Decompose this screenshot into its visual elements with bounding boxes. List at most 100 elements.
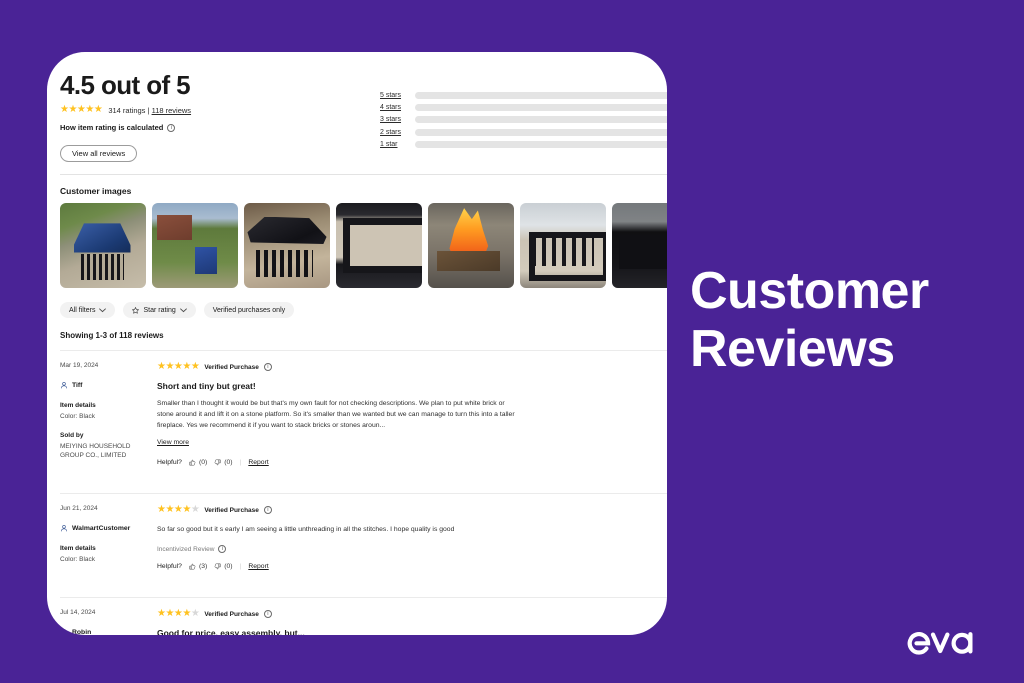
customer-image-thumbnail[interactable]	[152, 203, 238, 288]
promo-line-1: Customer	[690, 262, 929, 320]
histogram-row[interactable]: 3 stars	[380, 116, 667, 124]
star-rating-chip[interactable]: Star rating	[123, 302, 196, 318]
review-content-column: ★★★★★ Verified Purchase i Good for price…	[157, 609, 667, 636]
review-item: Jun 21, 2024 WalmartCustomer Item detail…	[60, 493, 667, 587]
chevron-down-icon	[179, 307, 187, 313]
how-rating-calculated[interactable]: How item rating is calculated i	[60, 123, 370, 132]
review-helpful-row: Helpful? (0) (0) | Report	[157, 459, 667, 466]
customer-images-title: Customer images	[60, 186, 132, 196]
thumbs-up-button[interactable]: (3)	[189, 563, 207, 570]
meta-separator: |	[147, 105, 150, 115]
customer-image-thumbnail[interactable]	[336, 203, 422, 288]
rating-summary-section: 4.5 out of 5 ★★★★★ 314 ratings | 118 rev…	[47, 52, 667, 162]
info-icon[interactable]: i	[263, 363, 272, 371]
review-date: Jun 21, 2024	[60, 505, 98, 512]
rating-histogram: 5 stars 4 stars 3 stars 2 stars 1 star	[380, 70, 667, 162]
helpful-separator: |	[239, 459, 242, 466]
histogram-label-5[interactable]: 5 stars	[380, 92, 408, 99]
view-all-reviews-button[interactable]: View all reviews	[60, 145, 138, 162]
info-icon[interactable]: i	[263, 506, 272, 514]
reviews-count-link[interactable]: 118 reviews	[152, 106, 191, 115]
customer-image-thumbnail[interactable]	[60, 203, 146, 288]
customer-image-more-thumbnail[interactable]: +9 ima	[612, 203, 667, 288]
promo-heading: Customer Reviews	[690, 262, 1010, 378]
thumbs-up-button[interactable]: (0)	[189, 459, 207, 466]
review-body: So far so good but it s early I am seein…	[157, 526, 455, 533]
histogram-track-2	[415, 128, 667, 136]
histogram-row[interactable]: 1 star	[380, 140, 667, 148]
sold-by-value: MEIYING HOUSEHOLD GROUP CO., LIMITED	[60, 443, 131, 459]
rating-summary-left: 4.5 out of 5 ★★★★★ 314 ratings | 118 rev…	[60, 70, 370, 162]
item-details-value: Color: Black	[60, 413, 96, 420]
verified-purchase-label: Verified Purchase	[204, 506, 259, 514]
eva-logo-icon	[907, 632, 973, 655]
thumbs-down-button[interactable]: (0)	[214, 563, 233, 570]
review-meta-column: Jul 14, 2024 Robin Item details Color: B…	[60, 609, 157, 635]
review-filters-row: All filters Star rating Verified purchas…	[47, 288, 667, 318]
histogram-track-5	[415, 92, 667, 99]
customer-image-thumbnail[interactable]	[428, 203, 514, 288]
review-star-rating-icon: ★★★★★	[157, 361, 200, 372]
showing-count-text: Showing 1-3 of 118 reviews	[60, 331, 164, 340]
all-filters-label: All filters	[69, 306, 96, 314]
histogram-track-4	[415, 104, 667, 112]
page-title: 4.5 out of 5	[60, 70, 191, 100]
histogram-label-1[interactable]: 1 star	[380, 141, 408, 148]
helpful-label: Helpful?	[157, 459, 182, 466]
customer-reviews-card: 4.5 out of 5 ★★★★★ 314 ratings | 118 rev…	[47, 52, 667, 635]
card-inner-surface: 4.5 out of 5 ★★★★★ 314 ratings | 118 rev…	[47, 52, 667, 635]
review-item-details: Item details Color: Black	[60, 545, 149, 564]
review-title: Good for price, easy assembly, but...	[157, 628, 305, 635]
verified-purchases-chip[interactable]: Verified purchases only	[203, 302, 295, 318]
histogram-label-4[interactable]: 4 stars	[380, 104, 408, 111]
review-author-name: Tiff	[72, 381, 83, 389]
review-author-name: WalmartCustomer	[72, 524, 131, 532]
review-rating-line: ★★★★★ Verified Purchase i	[157, 505, 667, 515]
info-icon[interactable]: i	[167, 123, 176, 132]
histogram-row[interactable]: 5 stars	[380, 92, 667, 99]
review-rating-line: ★★★★★ Verified Purchase i	[157, 609, 667, 619]
review-rating-line: ★★★★★ Verified Purchase i	[157, 362, 667, 372]
review-author: WalmartCustomer	[60, 524, 149, 532]
histogram-label-2[interactable]: 2 stars	[380, 129, 408, 136]
review-meta-column: Mar 19, 2024 Tiff Item details Color: Bl…	[60, 362, 157, 471]
item-details-value: Color: Black	[60, 556, 96, 563]
overall-stars-line: ★★★★★ 314 ratings | 118 reviews	[60, 105, 370, 115]
verified-purchase-label: Verified Purchase	[204, 610, 259, 618]
view-more-link[interactable]: View more	[157, 439, 189, 446]
overall-star-rating-icon: ★★★★★	[60, 104, 103, 115]
ratings-count: 314 ratings	[108, 105, 146, 115]
avatar-icon	[60, 628, 68, 635]
histogram-row[interactable]: 2 stars	[380, 128, 667, 136]
star-rating-label: Star rating	[143, 306, 176, 314]
incentivized-review-label: Incentivized Review	[157, 545, 215, 553]
review-date: Mar 19, 2024	[60, 362, 99, 369]
customer-images-section: Customer images +9 ima	[47, 175, 667, 288]
histogram-label-3[interactable]: 3 stars	[380, 116, 408, 123]
eva-logo	[906, 627, 992, 661]
info-icon[interactable]: i	[218, 545, 227, 553]
more-images-overlay-label: +9 ima	[612, 203, 667, 288]
item-details-label: Item details	[60, 545, 96, 552]
review-helpful-row: Helpful? (3) (0) | Report	[157, 563, 667, 570]
customer-image-thumbnail[interactable]	[244, 203, 330, 288]
customer-image-thumbnail[interactable]	[520, 203, 606, 288]
histogram-row[interactable]: 4 stars	[380, 104, 667, 112]
review-item: Mar 19, 2024 Tiff Item details Color: Bl…	[60, 350, 667, 483]
all-filters-chip[interactable]: All filters	[60, 302, 116, 318]
avatar-icon	[60, 381, 68, 389]
thumbs-down-button[interactable]: (0)	[214, 459, 233, 466]
report-link[interactable]: Report	[248, 459, 268, 466]
review-title: Short and tiny but great!	[157, 381, 256, 391]
review-content-column: ★★★★★ Verified Purchase i Short and tiny…	[157, 362, 667, 471]
review-body: Smaller than I thought it would be but t…	[157, 400, 515, 429]
review-item: Jul 14, 2024 Robin Item details Color: B…	[60, 597, 667, 635]
review-meta-column: Jun 21, 2024 WalmartCustomer Item detail…	[60, 505, 157, 575]
review-date: Jul 14, 2024	[60, 609, 96, 616]
how-rating-calculated-label: How item rating is calculated	[60, 123, 164, 132]
verified-purchase-label: Verified Purchase	[204, 363, 259, 371]
info-icon[interactable]: i	[263, 610, 272, 618]
report-link[interactable]: Report	[248, 563, 268, 570]
review-author-name: Robin	[72, 628, 92, 636]
review-star-rating-icon: ★★★★★	[157, 608, 200, 619]
